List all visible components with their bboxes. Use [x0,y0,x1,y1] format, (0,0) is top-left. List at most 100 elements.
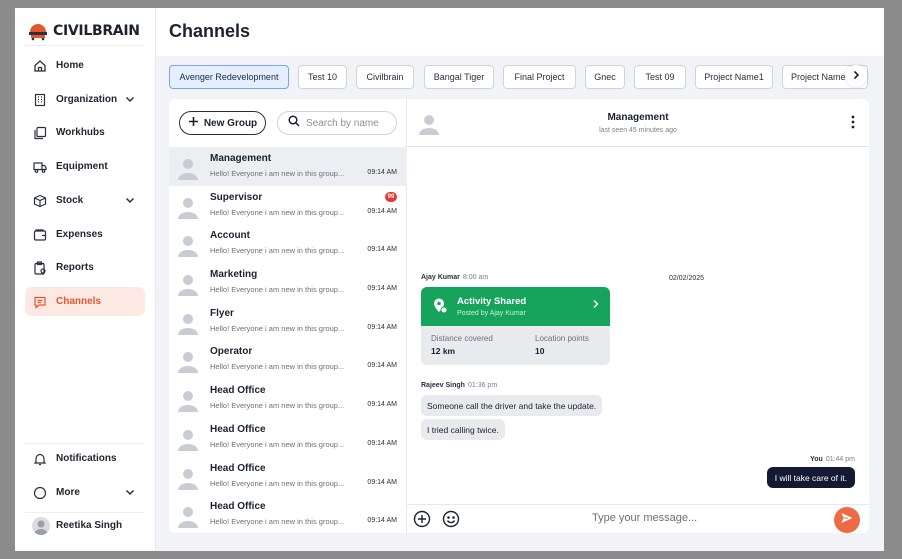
unread-badge: 99 [385,191,397,202]
avatar [175,155,201,181]
channels-panel: New Group Management Hello! Everyone i am… [169,99,869,533]
channel-name: Head Office [210,385,266,397]
avatar [175,194,201,220]
activity-card[interactable]: Activity Shared Posted by Ajay Kumar Dis… [421,287,610,365]
sidebar-item-workhubs[interactable]: Workhubs [25,118,145,147]
chevron-down-icon[interactable] [124,194,136,206]
channel-name: Flyer [210,307,234,319]
sidebar-item-organization[interactable]: Organization [25,85,145,114]
channel-row[interactable]: Account Hello! Everyone i am new in this … [169,224,407,263]
user-name: Reetika Singh [56,520,123,531]
kebab-menu-icon[interactable] [851,115,855,129]
channel-time: 09:14 AM [367,439,397,447]
tab-project[interactable]: Test 09 [634,65,686,89]
activity-title: Activity Shared [457,296,527,307]
sidebar-item-label: Expenses [56,229,103,240]
avatar [175,426,201,452]
tab-project[interactable]: Test 10 [298,65,347,89]
avatar [175,465,201,491]
search-box[interactable] [277,111,397,135]
tab-project[interactable]: Gnec [585,65,625,89]
sidebar-item-reports[interactable]: Reports [25,253,145,282]
sidebar-item-home[interactable]: Home [25,51,145,80]
building-icon [32,92,48,108]
sender-name: Ajay Kumar [421,274,460,281]
channel-row[interactable]: Operator Hello! Everyone i am new in this… [169,340,407,379]
avatar [32,516,50,535]
sidebar: CIVILBRAIN Home Organization Workhubs Eq… [15,8,156,551]
channel-row[interactable]: Head Office Hello! Everyone i am new in t… [169,457,407,496]
chevron-down-icon[interactable] [124,486,136,498]
tab-project[interactable]: Avenger Redevelopment [169,65,289,89]
channel-time: 09:14 AM [367,401,397,409]
outgoing-message: I will take care of it. [766,467,855,488]
new-group-label: New Group [203,117,258,129]
sidebar-item-more[interactable]: More [25,478,145,507]
sidebar-item-label: Stock [56,195,84,206]
tabs-next-button[interactable] [845,65,867,87]
channel-row[interactable]: Management Hello! Everyone i am new in th… [169,147,407,186]
tab-project[interactable]: Project Name1 [695,65,773,89]
chat-window: Management last seen 45 minutes ago Ajay… [407,99,869,533]
channel-row[interactable]: Flyer Hello! Everyone i am new in this gr… [169,302,407,341]
chevron-right-icon [592,296,600,308]
channel-preview: Hello! Everyone i am new in this group..… [210,207,345,217]
avatar [175,503,201,529]
channel-name: Head Office [210,462,266,474]
activity-posted-by: Posted by Ajay Kumar [457,310,526,317]
emoji-icon[interactable] [441,509,461,529]
channel-time: 09:14 AM [367,169,397,176]
channel-time: 09:14 AM [367,246,397,254]
tab-project[interactable]: Final Project [503,65,576,89]
sidebar-item-notifications[interactable]: Notifications [25,444,145,473]
points-label: Location points [535,334,589,343]
brand-logo[interactable]: CIVILBRAIN [28,20,140,42]
channel-row[interactable]: Supervisor Hello! Everyone i am new in th… [169,186,407,225]
channel-time: 09:14 AM [367,285,397,293]
search-input[interactable] [306,117,390,129]
message-input[interactable] [592,512,792,524]
channel-preview: Hello! Everyone i am new in this group..… [210,285,345,295]
sidebar-item-channels[interactable]: Channels [25,287,145,316]
message-meta: Ajay Kumar 8:00 am [421,274,488,281]
channel-name: Supervisor [210,191,263,203]
channel-row[interactable]: Marketing Hello! Everyone i am new in thi… [169,263,407,302]
sender-name: You [810,456,823,463]
channel-preview: Hello! Everyone i am new in this group..… [210,517,345,527]
home-icon [32,58,48,74]
wallet-icon [32,227,48,243]
avatar [175,310,201,336]
date-label: 02/02/2025 [669,275,705,282]
chevron-right-icon [851,67,861,85]
message-composer [407,504,869,533]
channel-name: Management [210,153,272,164]
location-pin-icon [431,297,449,315]
sidebar-item-label: Reports [56,262,94,273]
channel-time: 09:14 AM [367,323,397,331]
sidebar-item-equipment[interactable]: Equipment [25,152,145,181]
brand-name: CIVILBRAIN [53,23,140,39]
channel-preview: Hello! Everyone i am new in this group..… [210,323,345,333]
chevron-down-icon[interactable] [124,93,136,105]
tab-project[interactable]: Bangal Tiger [424,65,494,89]
truck-icon [32,159,48,175]
sidebar-item-stock[interactable]: Stock [25,186,145,215]
avatar [175,387,201,413]
sidebar-item-expenses[interactable]: Expenses [25,220,145,249]
incoming-message: I tried calling twice. [421,419,505,440]
send-button[interactable] [834,507,860,533]
channel-row[interactable]: Head Office Hello! Everyone i am new in t… [169,379,407,418]
add-attachment-icon[interactable] [412,509,432,529]
channel-preview: Hello! Everyone i am new in this group..… [210,478,345,488]
message-meta: You 01:44 pm [810,456,855,463]
channel-preview: Hello! Everyone i am new in this group..… [210,439,345,449]
channel-preview: Hello! Everyone i am new in this group..… [210,401,345,411]
user-profile[interactable]: Reetika Singh [25,511,145,540]
message-meta: Rajeev Singh 01:36 pm [421,382,497,389]
tab-project[interactable]: Civilbrain [356,65,414,89]
incoming-message: Someone call the driver and take the upd… [421,395,603,416]
channel-row[interactable]: Head Office Hello! Everyone i am new in t… [169,418,407,457]
new-group-button[interactable]: New Group [179,111,266,135]
channel-row[interactable]: Head Office Hello! Everyone i am new in t… [169,495,407,533]
message-time: 8:00 am [462,274,489,281]
